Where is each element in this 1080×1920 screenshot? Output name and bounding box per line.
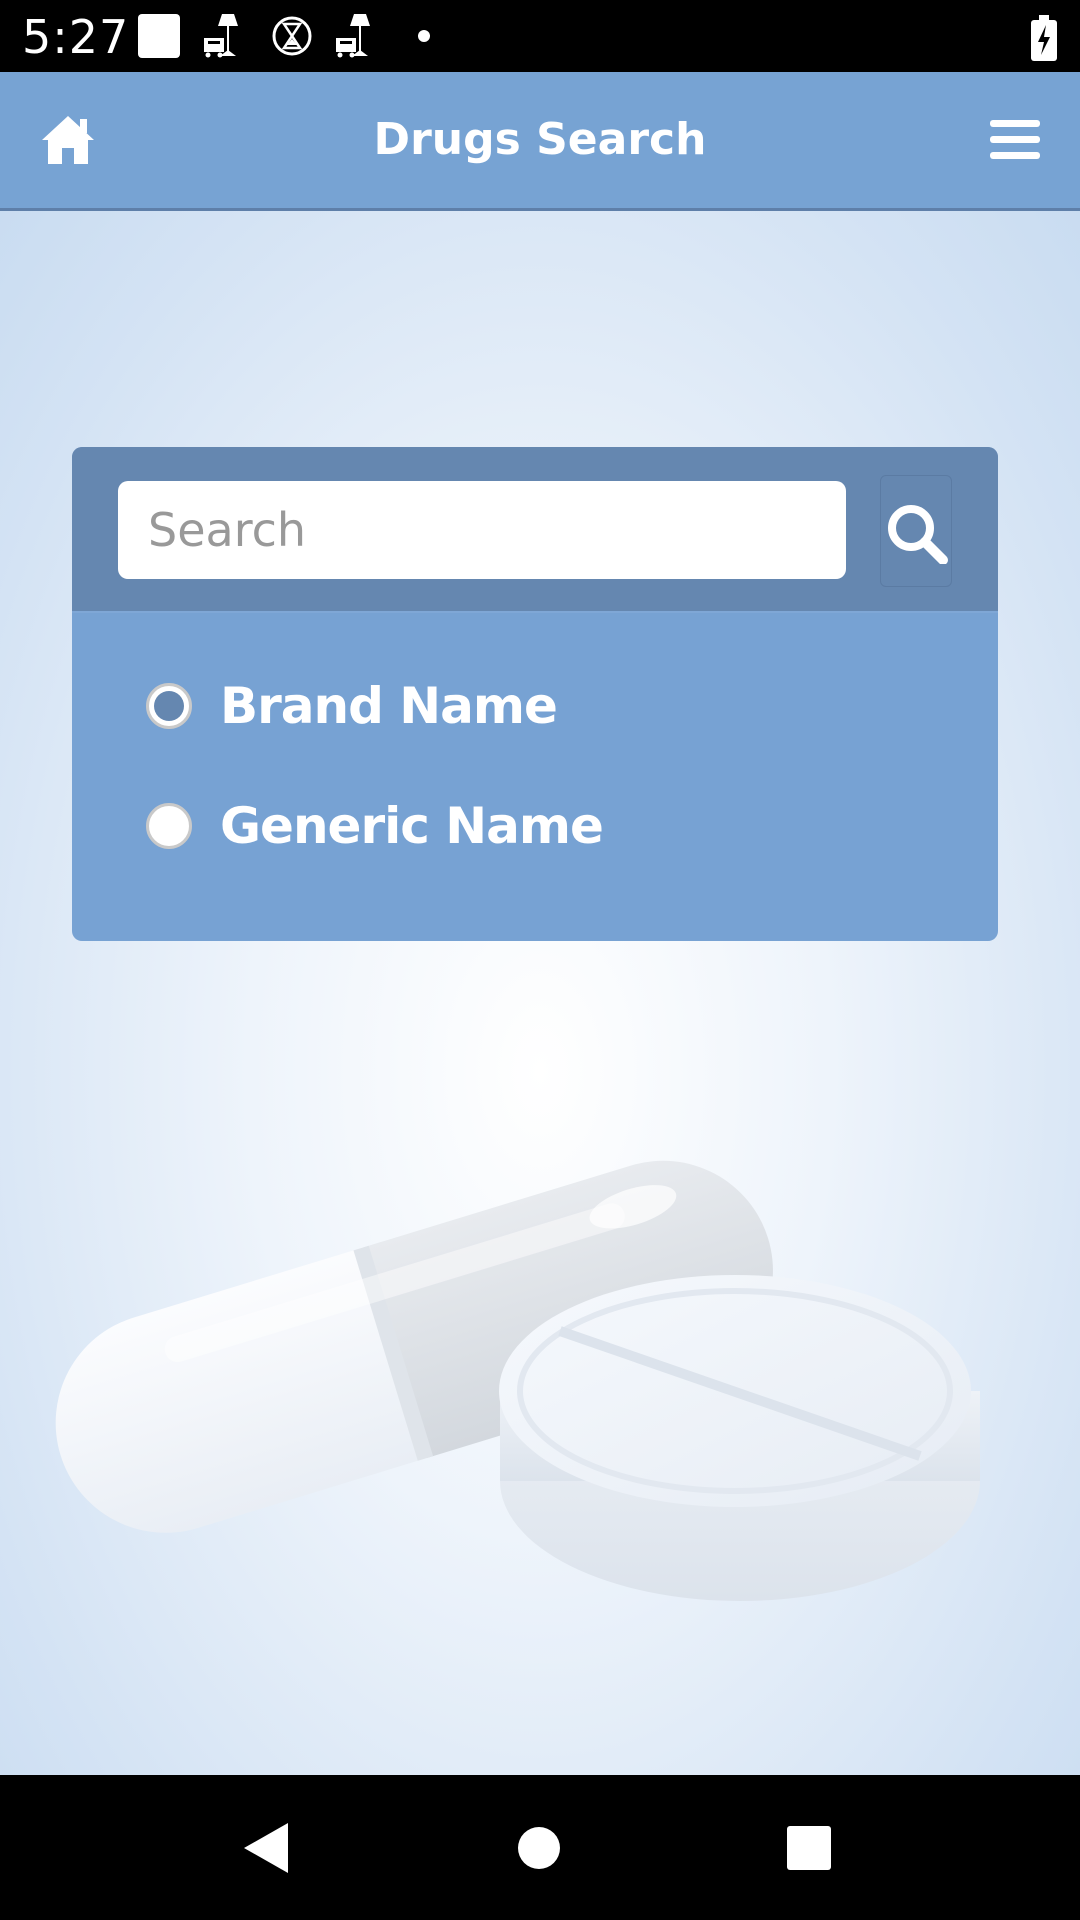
status-time: 5:27 bbox=[22, 10, 130, 64]
app-bar: Drugs Search bbox=[0, 72, 1080, 211]
battery-charging-icon bbox=[1031, 15, 1057, 61]
recents-square-icon[interactable] bbox=[774, 1813, 844, 1883]
search-input[interactable] bbox=[118, 481, 846, 579]
pills-illustration bbox=[55, 1160, 980, 1601]
dot-icon bbox=[418, 30, 430, 42]
search-card: Brand Name Generic Name bbox=[72, 447, 998, 941]
back-icon[interactable] bbox=[232, 1813, 302, 1883]
search-card-header bbox=[72, 447, 998, 613]
radio-option-generic-name[interactable]: Generic Name bbox=[146, 791, 604, 861]
search-button[interactable] bbox=[880, 475, 952, 587]
hourglass-icon bbox=[272, 16, 312, 56]
content-area: Brand Name Generic Name bbox=[0, 211, 1080, 1775]
page-title: Drugs Search bbox=[373, 114, 707, 165]
radio-label-generic-name: Generic Name bbox=[220, 797, 604, 855]
navigation-bar bbox=[0, 1775, 1080, 1920]
radio-option-brand-name[interactable]: Brand Name bbox=[146, 671, 558, 741]
search-icon bbox=[888, 505, 948, 564]
home-circle-icon[interactable] bbox=[504, 1813, 574, 1883]
lamp-cart-icon bbox=[336, 14, 370, 58]
square-notification-icon bbox=[138, 14, 180, 58]
hamburger-menu-icon[interactable] bbox=[988, 112, 1044, 168]
radio-generic-name[interactable] bbox=[146, 803, 192, 849]
status-bar: 5:27 bbox=[0, 0, 1080, 72]
lamp-cart-icon bbox=[204, 14, 238, 58]
radio-brand-name[interactable] bbox=[146, 683, 192, 729]
radio-label-brand-name: Brand Name bbox=[220, 677, 558, 735]
screen: 5:27 Drugs Search Search Brand Name Gene… bbox=[0, 0, 1080, 1920]
